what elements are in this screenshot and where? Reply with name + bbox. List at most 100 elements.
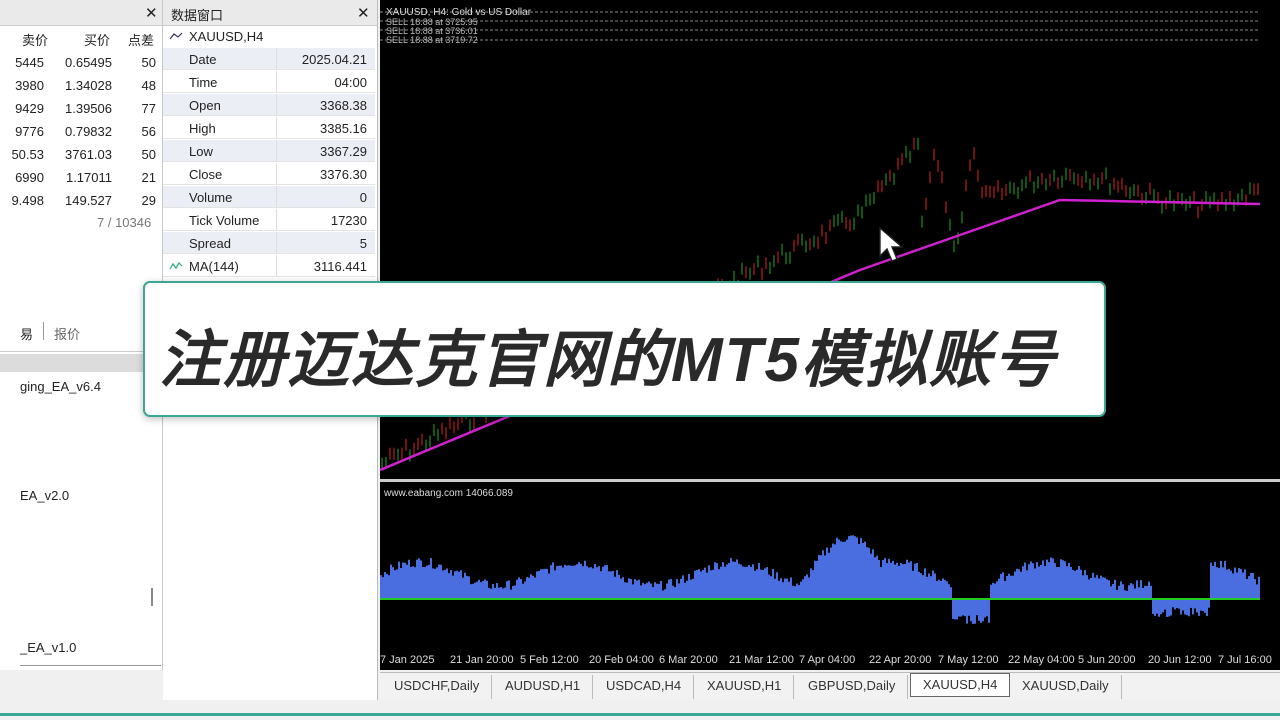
nav-item-ea-3[interactable]: _EA_v1.0 — [20, 640, 76, 655]
field-label: Tick Volume — [189, 213, 260, 228]
time-axis-label: 7 May 12:00 — [938, 654, 999, 666]
histogram-bar — [944, 580, 946, 599]
field-value: 3367.29 — [320, 144, 367, 159]
histogram-bar — [832, 543, 834, 599]
histogram-bar — [544, 568, 546, 599]
histogram-bar — [1230, 570, 1232, 599]
market-watch-row[interactable]: 9429 1.39506 77 — [0, 97, 162, 120]
field-value: 3385.16 — [320, 121, 367, 136]
histogram-bar — [1248, 576, 1250, 599]
histogram-bar — [1016, 568, 1018, 599]
histogram-bar — [1096, 575, 1098, 599]
histogram-bar — [502, 588, 504, 599]
histogram-bar — [920, 573, 922, 599]
cell-ask: 149.527 — [65, 193, 112, 208]
histogram-bar — [964, 599, 966, 617]
column-ask[interactable]: 买价 — [84, 30, 110, 49]
histogram-bar — [420, 560, 422, 599]
close-icon[interactable]: ✕ — [357, 4, 370, 22]
chart-tab[interactable]: XAUUSD,H1 — [695, 675, 795, 699]
histogram-bar — [556, 566, 558, 599]
histogram-bar — [586, 566, 588, 599]
histogram-bar — [634, 579, 636, 599]
histogram-bar — [812, 570, 814, 599]
histogram-bar — [516, 579, 518, 599]
data-window-header: 数据窗口 ✕ — [163, 0, 377, 26]
histogram-bar — [684, 582, 686, 599]
histogram-bar — [1024, 562, 1026, 599]
column-spread[interactable]: 点差 — [128, 30, 154, 49]
histogram-bar — [1076, 569, 1078, 599]
market-watch-row[interactable]: 5445 0.65495 50 — [0, 51, 162, 74]
histogram-bar — [1166, 599, 1168, 617]
histogram-bar — [1128, 585, 1130, 599]
histogram-bar — [804, 576, 806, 599]
histogram-bar — [510, 589, 512, 599]
histogram-bar — [974, 599, 976, 624]
histogram-bar — [878, 559, 880, 599]
market-watch-row[interactable]: 9776 0.79832 56 — [0, 120, 162, 143]
chart-tab[interactable]: XAUUSD,H4 — [910, 673, 1011, 697]
field-value: 3368.38 — [320, 98, 367, 113]
tab-quotes[interactable]: 报价 — [54, 324, 80, 343]
histogram-bar — [918, 571, 920, 599]
chart-tab[interactable]: USDCHF,Daily — [382, 675, 493, 699]
close-icon[interactable]: ✕ — [145, 4, 158, 22]
histogram-bar — [1088, 579, 1090, 599]
histogram-bar — [616, 570, 618, 599]
histogram-bar — [1226, 569, 1228, 599]
market-watch-row[interactable]: 9.498 149.527 29 — [0, 189, 162, 212]
chart-tab[interactable]: USDCAD,H4 — [594, 675, 695, 699]
histogram-bar — [512, 585, 514, 599]
histogram-bar — [796, 583, 798, 599]
histogram-bar — [580, 563, 582, 599]
histogram-bar — [562, 567, 564, 599]
field-label: Low — [189, 144, 213, 159]
histogram-bar — [614, 576, 616, 599]
chart-tab[interactable]: AUDUSD,H1 — [493, 675, 594, 699]
data-window-title: 数据窗口 — [171, 8, 224, 23]
histogram-bar — [994, 583, 996, 599]
histogram-bar — [992, 582, 994, 599]
histogram-bar — [706, 572, 708, 599]
cell-ask: 1.34028 — [65, 78, 112, 93]
tab-trade[interactable]: 易 — [20, 324, 33, 343]
time-axis-label: 20 Feb 04:00 — [589, 654, 654, 666]
histogram-bar — [694, 570, 696, 599]
market-watch-row[interactable]: 50.53 3761.03 50 — [0, 143, 162, 166]
histogram-bar — [802, 579, 804, 599]
chart-tab[interactable]: XAUUSD,Daily — [1010, 675, 1122, 699]
histogram-bar — [532, 575, 534, 599]
histogram-bar — [540, 569, 542, 599]
market-watch-row[interactable]: 6990 1.17011 21 — [0, 166, 162, 189]
histogram-bar — [490, 588, 492, 599]
histogram-bar — [898, 565, 900, 599]
histogram-bar — [1126, 590, 1128, 599]
histogram-bar — [408, 559, 410, 599]
nav-item-ea-2[interactable]: EA_v2.0 — [20, 488, 69, 503]
tab-divider — [43, 322, 44, 340]
histogram-bar — [1032, 563, 1034, 599]
histogram-bar — [1150, 585, 1152, 599]
histogram-bar — [788, 581, 790, 599]
histogram-bar — [1212, 565, 1214, 599]
histogram-bar — [1242, 572, 1244, 599]
column-bid[interactable]: 卖价 — [22, 30, 48, 49]
histogram-bar — [714, 562, 716, 599]
histogram-bar — [976, 599, 978, 616]
histogram-bar — [690, 579, 692, 599]
nav-item-ea-1[interactable]: ging_EA_v6.4 — [20, 379, 101, 394]
histogram-bar — [862, 542, 864, 599]
cell-spread: 29 — [141, 193, 156, 208]
histogram-bar — [496, 582, 498, 599]
histogram-bar — [704, 567, 706, 599]
histogram-bar — [858, 544, 860, 599]
histogram-bar — [1008, 573, 1010, 599]
scrollbar-thumb[interactable] — [151, 588, 153, 606]
chart-tab[interactable]: GBPUSD,Daily — [796, 675, 909, 699]
histogram-bar — [750, 566, 752, 599]
caption-text: 注册迈达克官网的MT5模拟账号 — [159, 326, 1058, 395]
market-watch-panel: ✕ 卖价 买价 点差 5445 0.65495 50 3980 1.34028 48 942… — [0, 0, 163, 320]
cell-ask: 1.17011 — [65, 170, 112, 185]
market-watch-row[interactable]: 3980 1.34028 48 — [0, 74, 162, 97]
